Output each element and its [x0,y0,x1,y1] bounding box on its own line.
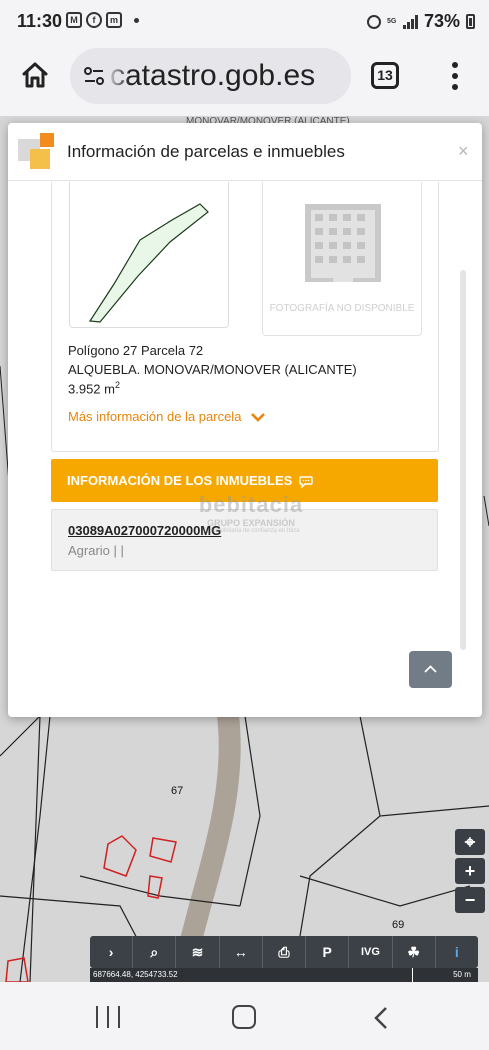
chevron-down-icon [251,412,266,422]
chevron-up-icon [424,665,437,673]
dialog-title: Información de parcelas e inmuebles [67,142,345,161]
expand-toolbar-button[interactable]: › [90,936,134,968]
alarm-icon [366,14,381,29]
share-button[interactable]: ☘ [393,936,436,968]
watermark-group: GRUPO EXPANSIÓN [207,518,295,528]
facebook-icon: f [86,12,102,28]
battery-percent: 73% [423,11,460,31]
battery-icon [466,14,475,29]
home-icon [22,62,48,88]
coordinates-text: 687664.48, 4254733.52 [93,970,178,979]
url-fade [106,48,130,104]
parcel-area-value: 3.952 m [68,381,115,397]
signal-icon [402,14,418,29]
menu-dot [452,73,458,79]
print-button[interactable]: ⎙ [263,936,307,968]
browser-menu-button[interactable] [445,60,465,92]
facade-photo-placeholder: FOTOGRAFÍA NO DISPONIBLE [262,182,422,336]
site-settings-icon[interactable] [82,64,106,88]
parcel-label-69: 69 [392,919,405,931]
locate-button[interactable]: ⌖ [455,829,485,855]
back-button[interactable] [372,1006,392,1030]
search-button[interactable]: ⌕ [133,936,177,968]
inmuebles-header-label: INFORMACIÓN DE LOS INMUEBLES [67,473,293,488]
scale-label: 50 m [412,968,489,982]
coordinates-bar: 687664.48, 4254733.52 50 m [90,968,489,982]
menu-dot [452,62,458,68]
watermark-tagline: Tu inmobiliaria de confianza en Ibiza [202,528,300,534]
home-button[interactable] [20,60,50,90]
address-bar[interactable]: catastro.gob.es [70,48,351,104]
more-parcel-info-label: Más información de la parcela [68,409,242,424]
catastro-logo-icon [18,133,54,169]
browser-toolbar: catastro.gob.es 13 [0,44,489,108]
tab-switcher-button[interactable]: 13 [371,62,399,89]
more-notifications-icon [134,17,139,23]
android-navigation-bar [0,982,489,1050]
home-nav-button[interactable] [232,1005,256,1029]
scroll-to-top-button[interactable] [409,651,452,688]
close-icon[interactable]: × [458,141,469,162]
parcel-shape-thumbnail[interactable] [69,182,229,328]
map-toolbar: › ⌕ ≋ ↔ ⎙ P IVG ☘ i [90,936,478,968]
parcel-info-dialog: Información de parcelas e inmuebles × FO… [8,123,482,717]
recent-apps-button[interactable] [96,1006,120,1028]
gmail-icon: M [66,12,82,28]
parcel-area-text: 3.952 m2 [68,380,120,396]
watermark-logo: bebitacia GRUPO EXPANSIÓN Tu inmobiliari… [186,492,316,572]
layers-button[interactable]: ≋ [176,936,220,968]
more-parcel-info-link[interactable]: Más información de la parcela [68,409,266,424]
notification-icons: M f m [66,12,139,28]
area-unit-exponent: 2 [114,380,120,390]
parcel-location-text: ALQUEBLA. MONOVAR/MONOVER (ALICANTE) [68,362,357,377]
watermark-brand: bebitacia [198,492,304,517]
polygon-parcel-text: Polígono 27 Parcela 72 [68,343,204,358]
parcel-shape-icon [88,203,209,323]
menu-dot [452,84,458,90]
app-notification-icon: m [106,12,122,28]
parcel-label-67: 67 [171,785,184,797]
no-photo-label: FOTOGRAFÍA NO DISPONIBLE [269,303,415,314]
zoom-in-button[interactable]: + [455,858,485,884]
parcel-card: FOTOGRAFÍA NO DISPONIBLE Polígono 27 Par… [51,182,439,452]
ivg-button[interactable]: IVG [349,936,393,968]
zoom-out-button[interactable]: − [455,887,485,913]
parking-button[interactable]: P [306,936,350,968]
status-time: 11:30 [17,11,63,31]
dialog-header: Información de parcelas e inmuebles × [8,123,482,181]
scrollbar[interactable] [460,270,466,650]
comment-icon [299,475,313,489]
dialog-body: FOTOGRAFÍA NO DISPONIBLE Polígono 27 Par… [8,182,482,717]
building-icon [305,204,381,282]
status-bar: 11:30 M f m 5G 73% [0,0,489,44]
url-text[interactable]: catastro.gob.es [110,59,315,93]
info-button[interactable]: i [436,936,478,968]
status-right: 5G 73% [366,11,475,32]
inmueble-use: Agrario | | [68,543,124,558]
network-type: 5G [386,17,397,25]
measure-button[interactable]: ↔ [220,936,263,968]
